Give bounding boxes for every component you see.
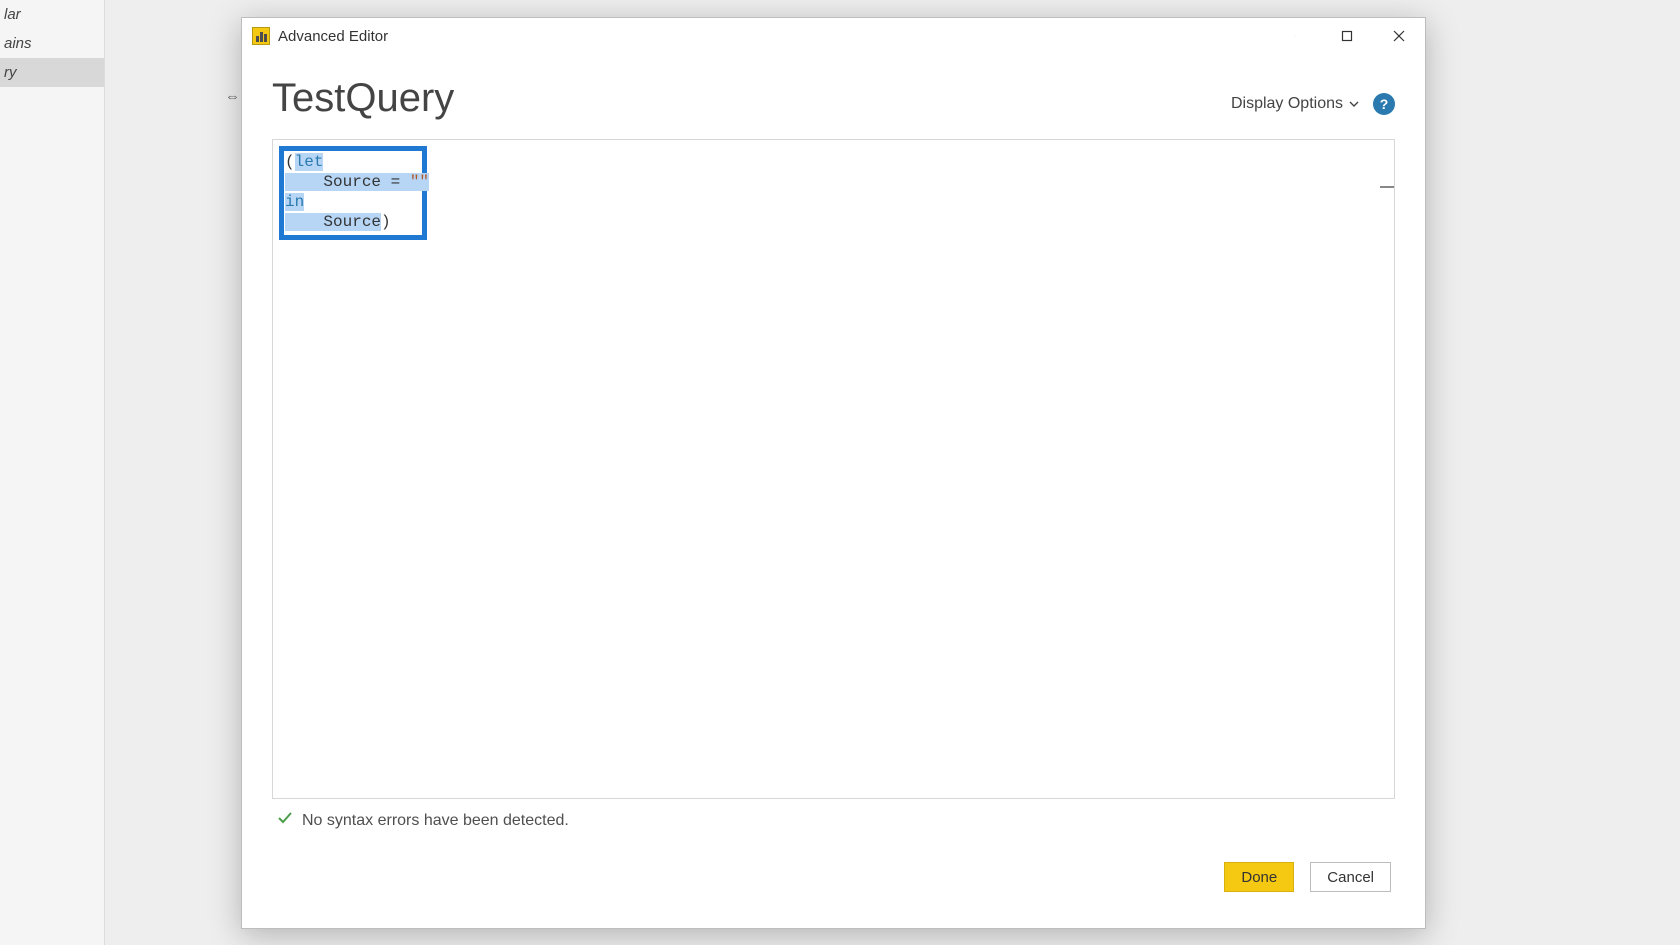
powerbi-icon — [252, 27, 270, 45]
button-row: Done Cancel — [272, 836, 1395, 918]
code-text[interactable]: (let Source = "" in Source) — [285, 152, 1374, 788]
header-controls: Display Options ? — [1231, 93, 1395, 121]
status-row: No syntax errors have been detected. — [272, 799, 1395, 836]
display-options-dropdown[interactable]: Display Options — [1231, 95, 1359, 113]
code-keyword-in: in — [285, 193, 304, 211]
minimize-button[interactable] — [1269, 18, 1321, 54]
queries-sidebar: lar ains ry — [0, 0, 105, 945]
resize-cursor-icon: ⇔ — [225, 88, 238, 105]
titlebar[interactable]: Advanced Editor — [242, 18, 1425, 54]
status-text: No syntax errors have been detected. — [302, 812, 569, 830]
dialog-title: Advanced Editor — [278, 28, 388, 45]
code-paren: ) — [381, 213, 391, 231]
code-indent — [285, 173, 323, 191]
help-icon: ? — [1380, 96, 1389, 112]
dialog-content: TestQuery Display Options ? (let Source … — [242, 54, 1425, 928]
close-button[interactable] — [1373, 18, 1425, 54]
code-keyword-let: let — [295, 153, 324, 171]
editor-scrollbar[interactable] — [1380, 180, 1390, 200]
header-row: TestQuery Display Options ? — [272, 76, 1395, 121]
sidebar-item[interactable]: lar — [0, 0, 104, 29]
help-button[interactable]: ? — [1373, 93, 1395, 115]
advanced-editor-dialog: Advanced Editor TestQuery Display Option… — [241, 17, 1426, 929]
query-name-heading: TestQuery — [272, 76, 454, 121]
app-stage: lar ains ry ⇔ Advanced Editor TestQuery — [0, 0, 1680, 945]
checkmark-icon — [276, 809, 294, 832]
done-button[interactable]: Done — [1224, 862, 1294, 892]
code-indent — [285, 213, 323, 231]
sidebar-item[interactable]: ains — [0, 29, 104, 58]
code-editor[interactable]: (let Source = "" in Source) — [272, 139, 1395, 799]
chevron-down-icon — [1349, 101, 1359, 107]
cancel-button[interactable]: Cancel — [1310, 862, 1391, 892]
code-ident: Source = — [323, 173, 409, 191]
display-options-label: Display Options — [1231, 95, 1343, 113]
sidebar-item[interactable]: ry — [0, 58, 104, 87]
maximize-button[interactable] — [1321, 18, 1373, 54]
code-string: "" — [410, 173, 429, 191]
code-paren: ( — [285, 153, 295, 171]
code-ident: Source — [323, 213, 381, 231]
